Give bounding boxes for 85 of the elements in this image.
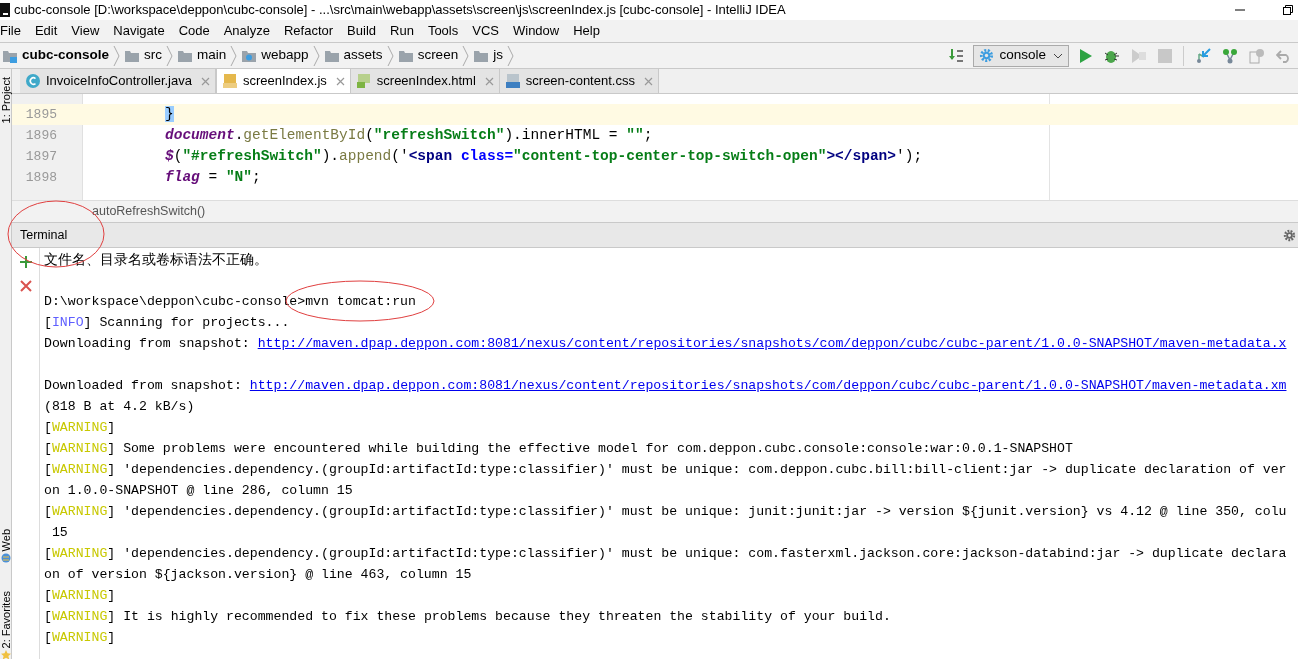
- settings-icon[interactable]: [1283, 228, 1296, 242]
- separator-icon: [113, 45, 121, 66]
- html-file-icon: [355, 73, 372, 89]
- terminal-line: Downloading from snapshot: http://maven.dpap.deppon.com:8081/nexus/content/repositories/snapshots/com/deppon/cubc/cubc-parent/1.0.0-SNAPSHOT/maven-metadata.x: [44, 334, 1287, 353]
- class-icon: [25, 73, 41, 89]
- separator-icon: [312, 45, 320, 66]
- code-line: flag = "N";: [165, 167, 261, 187]
- editor-tab[interactable]: screenIndex.html: [350, 69, 500, 93]
- terminal-line: [WARNING]: [44, 628, 116, 647]
- add-icon[interactable]: [19, 256, 32, 268]
- breadcrumb-item[interactable]: screen: [393, 43, 463, 68]
- close-icon[interactable]: [201, 76, 210, 86]
- terminal-line: [WARNING] 'dependencies.dependency.(groupId:artifactId:type:classifier)' must be unique: com.fasterxml.jackson.core:jackson-databind:jar -> duplicate declara: [44, 544, 1287, 563]
- menu-item[interactable]: Navigate: [113, 21, 165, 41]
- breadcrumb-item[interactable]: main: [173, 43, 231, 68]
- close-icon[interactable]: [484, 76, 494, 86]
- terminal-line: [INFO] Scanning for projects...: [44, 313, 290, 332]
- line-number: 1898: [24, 168, 57, 187]
- menu-item[interactable]: Build: [347, 21, 376, 41]
- breadcrumb-item[interactable]: cubc-console: [0, 43, 114, 68]
- editor-tab[interactable]: screenIndex.js: [216, 69, 351, 93]
- tool-window-tab[interactable]: Web: [0, 529, 12, 552]
- terminal-line: [WARNING]: [44, 586, 116, 605]
- menu-item[interactable]: Edit: [34, 21, 58, 41]
- terminal-line: D:\workspace\deppon\cubc-console>mvn tomcat:run: [44, 292, 416, 311]
- terminal-line: [WARNING] Some problems were encountered while building the effective model for com.deppon.cubc.console:console:war:0.0.1-SNAPSHOT: [44, 439, 1073, 458]
- terminal-line: Downloaded from snapshot: http://maven.dpap.deppon.com:8081/nexus/content/repositories/snapshots/com/deppon/cubc/cubc-parent/1.0.0-SNAPSHOT/maven-metadata.xm: [44, 376, 1287, 395]
- menu-item[interactable]: View: [71, 21, 100, 41]
- terminal-tab[interactable]: Terminal: [20, 225, 68, 245]
- menu-item[interactable]: Window: [512, 21, 560, 41]
- terminal-line: on of version ${jackson.version} @ line 463, column 15: [44, 565, 472, 584]
- menu-item[interactable]: Code: [178, 21, 210, 41]
- separator-icon: [386, 45, 394, 66]
- restore-icon[interactable]: [1282, 4, 1294, 16]
- binary-icon[interactable]: [949, 47, 966, 64]
- vcs-update-icon[interactable]: [1195, 47, 1211, 64]
- terminal-line: (818 B at 4.2 kB/s): [44, 397, 195, 416]
- separator-icon: [230, 45, 238, 66]
- run-config-dropdown[interactable]: console: [973, 44, 1069, 67]
- terminal-line: on 1.0.0-SNAPSHOT @ line 286, column 15: [44, 481, 353, 500]
- line-number: 1896: [24, 126, 57, 145]
- terminal-line: [WARNING]: [44, 418, 116, 437]
- js-file-icon: [222, 73, 238, 89]
- terminal-line: [WARNING] It is highly recommended to fix these problems because they threaten the stability of your build.: [44, 607, 891, 626]
- menu-item[interactable]: File: [0, 21, 21, 41]
- terminal-line: [WARNING] 'dependencies.dependency.(groupId:artifactId:type:classifier)' must be unique: com.deppon.cubc.bill:bill-client:jar -> duplicate declaration of ver: [44, 460, 1287, 479]
- terminal-line: [WARNING] 'dependencies.dependency.(groupId:artifactId:type:classifier)' must be unique: junit:junit:jar -> version ${junit.version} vs 4.12 @ line 350, colu: [44, 502, 1287, 521]
- star-icon: [1, 650, 11, 659]
- stop-icon[interactable]: [1158, 48, 1172, 63]
- tool-window-tab[interactable]: 2: Favorites: [0, 591, 12, 649]
- code-line: document.getElementById("refreshSwitch").innerHTML = "";: [165, 125, 653, 145]
- css-file-icon: [504, 73, 521, 89]
- menu-item[interactable]: Run: [390, 21, 414, 41]
- line-number: 1897: [24, 147, 57, 166]
- editor-tab[interactable]: InvoiceInfoController.java: [20, 69, 216, 93]
- run-icon[interactable]: [1079, 47, 1093, 64]
- vcs-commit-icon[interactable]: [1222, 47, 1238, 64]
- menu-item[interactable]: VCS: [472, 21, 499, 41]
- history-icon[interactable]: [1249, 47, 1265, 64]
- chevron-down-icon: [1053, 51, 1063, 60]
- line-number: 1895: [24, 105, 57, 124]
- close-icon[interactable]: [643, 76, 653, 86]
- breadcrumb-item[interactable]: js: [469, 43, 507, 68]
- close-icon[interactable]: [335, 76, 345, 86]
- terminal-line: 文件名、目录名或卷标语法不正确。: [44, 249, 268, 269]
- window-title: cubc-console [D:\workspace\deppon\cubc-console] - ...\src\main\webapp\assets\screen\js\screenIndex.js [cubc-console] - IntelliJ IDEA: [14, 1, 786, 20]
- separator-icon: [166, 45, 174, 66]
- breadcrumb-item[interactable]: src: [120, 43, 167, 68]
- code-line: $("#refreshSwitch").append('<span class="content-top-center-top-switch-open"></span>');: [165, 146, 923, 166]
- menu-item[interactable]: Refactor: [283, 21, 334, 41]
- breadcrumb-item[interactable]: webapp: [237, 43, 313, 68]
- terminal-line: 15: [50, 523, 68, 542]
- menu-item[interactable]: Analyze: [223, 21, 270, 41]
- separator-icon: [462, 45, 470, 66]
- revert-icon[interactable]: [1276, 48, 1292, 63]
- globe-icon: [1, 553, 11, 564]
- close-icon[interactable]: [19, 280, 32, 292]
- function-breadcrumb[interactable]: autoRefreshSwitch(): [92, 202, 206, 221]
- editor-tab[interactable]: screen-content.css: [499, 69, 659, 93]
- tool-window-tab[interactable]: 1: Project: [0, 77, 12, 124]
- breadcrumb-item[interactable]: assets: [319, 43, 387, 68]
- menu-item[interactable]: Help: [573, 21, 600, 41]
- separator-icon: [506, 45, 514, 66]
- menu-item[interactable]: Tools: [427, 21, 459, 41]
- gear-icon: [979, 48, 995, 63]
